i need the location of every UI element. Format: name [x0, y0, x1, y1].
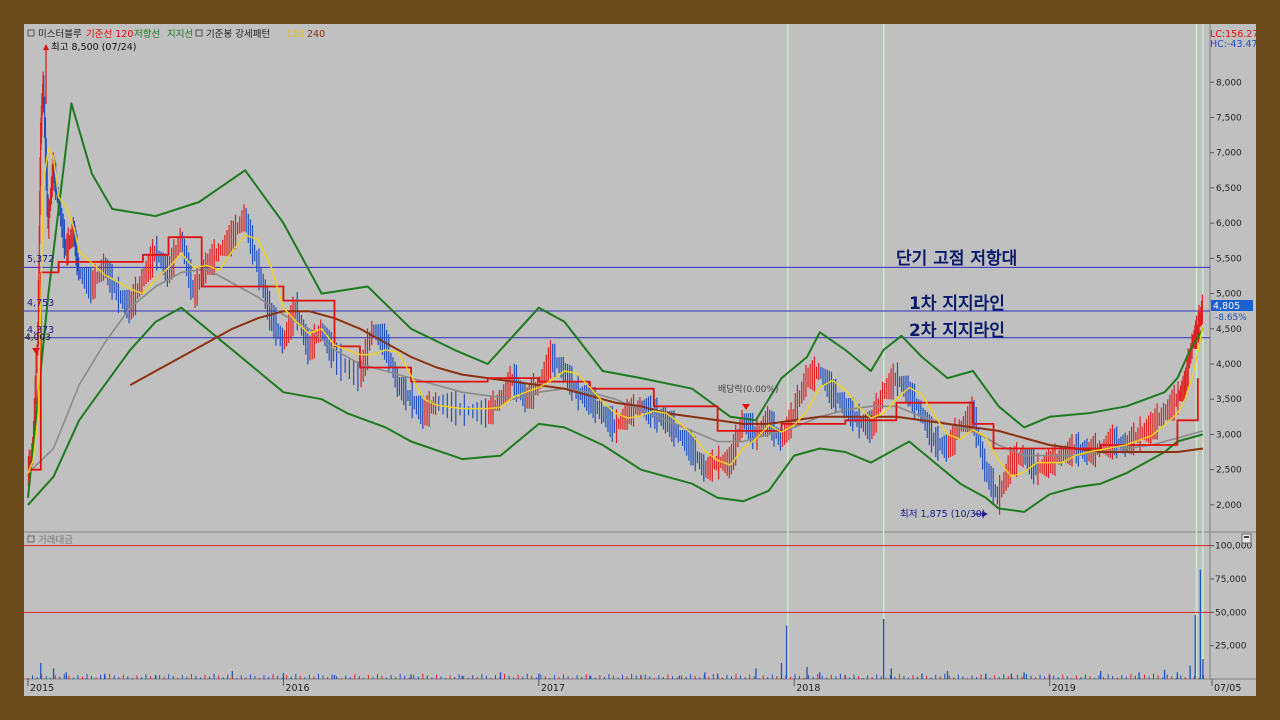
date-tick-label: 2016 [285, 683, 309, 694]
legend-trend-pattern: 기준봉 강세패턴 [206, 29, 270, 40]
legend-base-line: 기준선 120 [86, 29, 133, 40]
level-label-4003: 4,003 [25, 333, 51, 343]
low-annotation: 최저 1,875 (10/30) [900, 509, 988, 520]
price-tick-label: 2,500 [1216, 466, 1242, 476]
current-price-change: -8.65% [1215, 313, 1247, 323]
price-tick-label: 8,000 [1216, 78, 1242, 88]
volume-tick-label: 50,000 [1215, 608, 1247, 618]
current-price-value: 4,805 [1213, 301, 1240, 312]
price-tick-label: 4,500 [1216, 325, 1242, 335]
price-tick-label: 6,500 [1216, 184, 1242, 194]
legend-ma120: 120 [286, 29, 304, 40]
panel-resize-glyph [1244, 536, 1249, 538]
price-tick-label: 4,000 [1216, 360, 1242, 370]
date-tick-label: 2015 [30, 683, 54, 694]
resistance-zone-label: 단기 고점 저항대 [896, 248, 1017, 269]
price-tick-label: 7,500 [1216, 113, 1242, 123]
price-tick-label: 5,000 [1216, 290, 1242, 300]
hc-readout: HC:-43.47 [1210, 39, 1256, 50]
legend-resistance: 저항선 [134, 29, 160, 40]
price-tick-label: 6,000 [1216, 219, 1242, 229]
legend-support: 지지선 [167, 29, 193, 40]
date-tick-label: 2018 [796, 683, 820, 694]
volume-panel-title: 거래대금 [38, 535, 73, 546]
date-tick-label: 2019 [1052, 683, 1076, 694]
legend-stock-name: 미스터블루 [38, 29, 82, 40]
high-label: 최고 8,500 (07/24) [51, 42, 137, 53]
price-tick-label: 3,000 [1216, 430, 1242, 440]
support2-label: 2차 지지라인 [909, 321, 1005, 341]
legend-ma240: 240 [307, 29, 325, 40]
volume-tick-label: 75,000 [1215, 575, 1247, 585]
panel-resize-icon[interactable] [1241, 533, 1252, 544]
low-label: 최저 1,875 (10/30) [900, 509, 986, 520]
level-label-4753: 4,753 [27, 298, 54, 309]
support1-label: 1차 지지라인 [909, 294, 1005, 314]
price-tick-label: 7,000 [1216, 149, 1242, 159]
price-tick-label: 2,000 [1216, 501, 1242, 511]
price-tick-label: 3,500 [1216, 395, 1242, 405]
price-tick-label: 5,500 [1216, 254, 1242, 264]
ex-rights-label: 배당락(0.00%) [718, 383, 778, 395]
chart-window: 2,000 2,500 3,000 3,500 4,000 4,500 5,000 5,500… [24, 24, 1256, 696]
date-tick-label: 07/05 [1214, 683, 1241, 694]
stock-chart: 2,000 2,500 3,000 3,500 4,000 4,500 5,000 5,500… [24, 24, 1256, 696]
date-tick-label: 2017 [541, 683, 565, 694]
level-label-5372: 5,372 [27, 254, 54, 265]
volume-tick-label: 25,000 [1215, 642, 1247, 652]
chart-background [24, 24, 1256, 696]
